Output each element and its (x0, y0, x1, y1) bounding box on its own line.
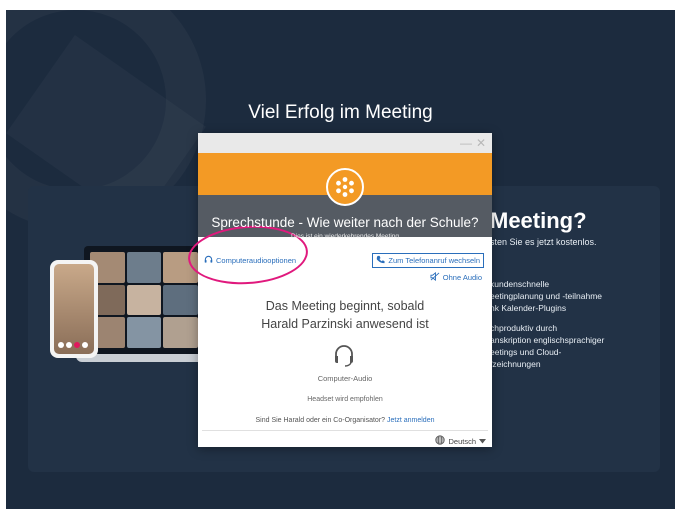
phone-icon (376, 255, 385, 266)
no-audio-button[interactable]: Ohne Audio (430, 271, 482, 283)
promo-feature-line: chproduktiv durch (490, 323, 558, 333)
meeting-dialog: — ✕ Sprechstunde - Wie weiter nach der S… (198, 133, 492, 447)
promo-feature-line: eetingplanung und -teilnahme (490, 291, 603, 301)
promo-feature-line: kundenschnelle (490, 279, 550, 289)
promo-feature-line: fzeichnungen (490, 359, 541, 369)
waiting-message: Das Meeting beginnt, sobald Harald Parzi… (198, 297, 492, 333)
language-label: Deutsch (448, 436, 476, 446)
laptop-base (76, 354, 212, 362)
minimize-button[interactable]: — (460, 136, 472, 150)
waiting-line: Harald Parzinski anwesend ist (261, 317, 429, 331)
phone-illustration (50, 260, 98, 358)
promo-feature-1: kundenschnelle eetingplanung und -teilna… (490, 278, 660, 314)
promo-feature-line: anskription englischsprachiger (490, 335, 605, 345)
promo-title: Meeting? (490, 208, 587, 233)
close-button[interactable]: ✕ (476, 136, 486, 150)
dialog-title-bar[interactable]: — ✕ (198, 133, 492, 153)
promo-feature-2: chproduktiv durch anskription englischsp… (490, 322, 660, 370)
laptop-illustration (84, 246, 204, 354)
no-audio-label: Ohne Audio (442, 273, 482, 282)
muted-speaker-icon (430, 271, 440, 283)
globe-icon (435, 435, 446, 447)
waiting-line: Das Meeting beginnt, sobald (265, 299, 425, 313)
promo-subtitle: sten Sie es jetzt kostenlos. (490, 237, 597, 247)
switch-to-phone-label: Zum Telefonanruf wechseln (388, 256, 480, 265)
meeting-subtitle: Dies ist ein wiederkehrendes Meeting (290, 233, 400, 240)
hero-title: Viel Erfolg im Meeting (248, 102, 433, 123)
asterisk-logo-icon (326, 168, 364, 206)
organizer-prompt: Sind Sie Harald oder ein Co-Organisator?… (198, 417, 492, 424)
meeting-title: Sprechstunde - Wie weiter nach der Schul… (211, 215, 479, 230)
headset-icon (331, 342, 357, 368)
caret-down-icon (479, 437, 486, 446)
organizer-question: Sind Sie Harald oder ein Co-Organisator? (255, 417, 386, 424)
sign-in-link[interactable]: Jetzt anmelden (387, 417, 434, 424)
dialog-divider (202, 430, 488, 431)
language-selector[interactable]: Deutsch (435, 435, 486, 447)
promo-feature-line: eetings und Cloud- (490, 347, 562, 357)
computer-audio-label: Computer-Audio (317, 374, 373, 383)
switch-to-phone-button[interactable]: Zum Telefonanruf wechseln (372, 253, 484, 268)
headset-recommendation: Headset wird empfohlen (307, 396, 383, 403)
promo-feature-line: nk Kalender-Plugins (490, 303, 567, 313)
